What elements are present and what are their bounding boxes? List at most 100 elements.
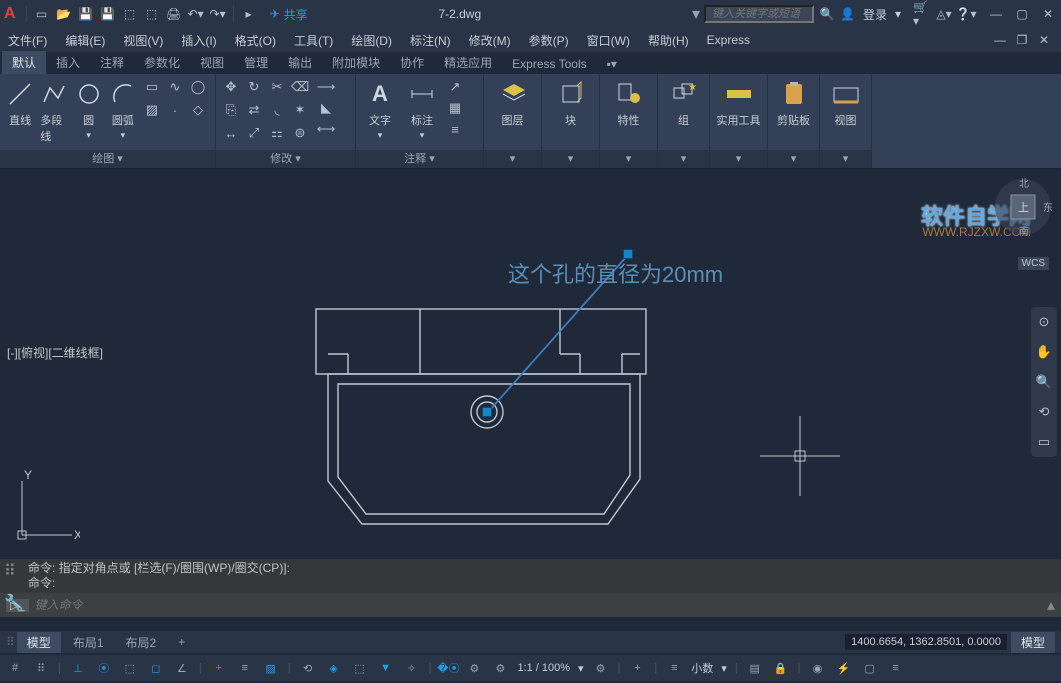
- polar-icon[interactable]: ⦿: [95, 659, 113, 677]
- menu-parametric[interactable]: 参数(P): [529, 32, 569, 49]
- autodesk-icon[interactable]: ◬▾: [935, 5, 953, 23]
- title-dropdown-icon[interactable]: ▾: [692, 4, 700, 24]
- dimension-button[interactable]: 标注 ▾: [404, 78, 440, 141]
- menu-modify[interactable]: 修改(M): [469, 32, 511, 49]
- cmd-expand-icon[interactable]: ▴: [1047, 595, 1055, 615]
- search-icon[interactable]: 🔍: [818, 5, 836, 23]
- arc-button[interactable]: 圆弧 ▾: [109, 78, 137, 141]
- properties-button[interactable]: 特性: [611, 78, 647, 128]
- trim-icon[interactable]: ✂: [268, 78, 286, 96]
- ucs-icon[interactable]: X Y: [10, 467, 80, 547]
- cycling-icon[interactable]: ⟲: [299, 659, 317, 677]
- annovisibility-icon[interactable]: ⚙: [465, 659, 483, 677]
- layout-tab-add[interactable]: +: [168, 633, 195, 651]
- scale-icon[interactable]: ⤢: [245, 124, 263, 142]
- panel-modify-label[interactable]: 修改 ▾: [216, 150, 355, 168]
- coordinates-display[interactable]: 1400.6654, 1362.8501, 0.0000: [845, 634, 1007, 650]
- dyn-input-icon[interactable]: +: [210, 659, 228, 677]
- lockui-icon[interactable]: 🔒: [772, 659, 790, 677]
- transparency-icon[interactable]: ▨: [262, 659, 280, 677]
- lengthen-icon[interactable]: ⟷: [317, 120, 335, 138]
- tab-featured[interactable]: 精选应用: [434, 51, 502, 74]
- mtext-icon[interactable]: ≡: [446, 120, 464, 138]
- table-icon[interactable]: ▦: [446, 99, 464, 117]
- doc-restore-icon[interactable]: ❐: [1013, 31, 1031, 49]
- doc-close-icon[interactable]: ✕: [1035, 31, 1053, 49]
- stretch-icon[interactable]: ↔: [222, 124, 240, 142]
- menu-window[interactable]: 窗口(W): [587, 32, 630, 49]
- layout-tab-model[interactable]: 模型: [17, 632, 61, 653]
- save-icon[interactable]: 💾: [77, 5, 95, 23]
- copy-icon[interactable]: ⎘: [222, 101, 240, 119]
- menu-express[interactable]: Express: [707, 33, 750, 47]
- leader-icon[interactable]: ↗: [446, 78, 464, 96]
- hardware-icon[interactable]: ⚡: [835, 659, 853, 677]
- panel-annotation-label[interactable]: 注释 ▾: [356, 150, 483, 168]
- tab-annotate[interactable]: 注释: [90, 51, 134, 74]
- 3dosnap-icon[interactable]: ◈: [325, 659, 343, 677]
- tab-view[interactable]: 视图: [190, 51, 234, 74]
- nav-orbit-icon[interactable]: ⟲: [1035, 403, 1053, 421]
- line-button[interactable]: 直线: [6, 78, 34, 128]
- annoauto-icon[interactable]: ⚙: [491, 659, 509, 677]
- menu-format[interactable]: 格式(O): [235, 32, 276, 49]
- tab-parametric[interactable]: 参数化: [134, 51, 190, 74]
- chamfer-icon[interactable]: ◣: [317, 99, 335, 117]
- selection-filter-icon[interactable]: ▼: [377, 659, 395, 677]
- panel-block-label[interactable]: ▾: [542, 150, 599, 168]
- space-toggle[interactable]: 模型: [1011, 632, 1055, 653]
- hatch-icon[interactable]: ▨: [143, 101, 161, 119]
- point-icon[interactable]: ·: [166, 101, 184, 119]
- tab-insert[interactable]: 插入: [46, 51, 90, 74]
- menu-view[interactable]: 视图(V): [123, 32, 163, 49]
- cart-icon[interactable]: 🛒▾: [913, 5, 931, 23]
- login-button[interactable]: 👤 登录 ▾: [840, 6, 901, 23]
- panel-properties-label[interactable]: ▾: [600, 150, 657, 168]
- units-label[interactable]: 小数: [691, 660, 713, 676]
- layout-tab-2[interactable]: 布局2: [116, 632, 167, 653]
- lineweight-icon[interactable]: ≡: [236, 659, 254, 677]
- customize-status-icon[interactable]: ≡: [887, 659, 905, 677]
- menu-edit[interactable]: 编辑(E): [65, 32, 105, 49]
- units-icon[interactable]: ≡: [665, 659, 683, 677]
- zoom-dropdown-icon[interactable]: ▾: [578, 662, 584, 675]
- search-input[interactable]: [704, 5, 814, 23]
- array-icon[interactable]: ⚏: [268, 124, 286, 142]
- tab-overflow-icon[interactable]: ▪▾: [597, 54, 627, 74]
- grid-icon[interactable]: #: [6, 659, 24, 677]
- dynucs-icon[interactable]: ⬚: [351, 659, 369, 677]
- menu-help[interactable]: 帮助(H): [648, 32, 689, 49]
- rectangle-icon[interactable]: ▭: [143, 78, 161, 96]
- maximize-icon[interactable]: ▢: [1013, 5, 1031, 23]
- undo-icon[interactable]: ↶▾: [187, 5, 205, 23]
- text-button[interactable]: A 文字 ▾: [362, 78, 398, 141]
- web-open-icon[interactable]: ⬚: [121, 5, 139, 23]
- doc-minimize-icon[interactable]: —: [991, 31, 1009, 49]
- panel-layer-label[interactable]: ▾: [484, 150, 541, 168]
- snap-icon[interactable]: ⠿: [32, 659, 50, 677]
- panel-utilities-label[interactable]: ▾: [710, 150, 767, 168]
- help-icon[interactable]: ❔▾: [957, 5, 975, 23]
- zoom-display[interactable]: 1:1 / 100%: [517, 662, 570, 674]
- erase-icon[interactable]: ⌫: [291, 78, 309, 96]
- saveas-icon[interactable]: 💾: [99, 5, 117, 23]
- block-button[interactable]: 块: [553, 78, 589, 128]
- redo-icon[interactable]: ↷▾: [209, 5, 227, 23]
- region-icon[interactable]: ◇: [189, 101, 207, 119]
- wcs-label[interactable]: WCS: [1018, 257, 1049, 270]
- isolate-icon[interactable]: ◉: [809, 659, 827, 677]
- tab-express-tools[interactable]: Express Tools: [502, 54, 596, 74]
- layout-tab-1[interactable]: 布局1: [63, 632, 114, 653]
- tab-manage[interactable]: 管理: [234, 51, 278, 74]
- new-icon[interactable]: ▭: [33, 5, 51, 23]
- cmd-customize-icon[interactable]: 🔧: [4, 593, 24, 613]
- otrack-icon[interactable]: ∠: [173, 659, 191, 677]
- grip-hole[interactable]: [482, 407, 492, 417]
- viewcube[interactable]: 上 北 东 南 WCS: [993, 177, 1053, 237]
- menu-dimension[interactable]: 标注(N): [410, 32, 451, 49]
- minimize-icon[interactable]: —: [987, 5, 1005, 23]
- explode-icon[interactable]: ✶: [291, 101, 309, 119]
- tab-default[interactable]: 默认: [2, 51, 46, 74]
- menu-file[interactable]: 文件(F): [8, 32, 47, 49]
- nav-pan-icon[interactable]: ✋: [1035, 343, 1053, 361]
